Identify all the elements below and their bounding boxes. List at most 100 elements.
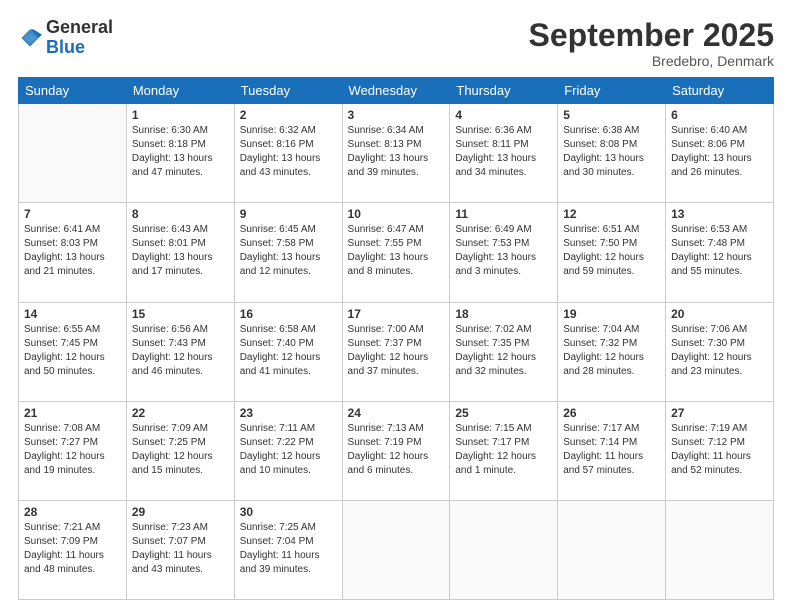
day-number: 23 [240,406,337,420]
day-info: Sunrise: 7:04 AM Sunset: 7:32 PM Dayligh… [563,323,660,379]
day-info: Sunrise: 6:43 AM Sunset: 8:01 PM Dayligh… [132,223,229,279]
sunset-label: Sunset: 7:32 PM [563,338,637,349]
daylight-label: Daylight: 12 hours and 28 minutes. [563,352,644,377]
table-row: 16 Sunrise: 6:58 AM Sunset: 7:40 PM Dayl… [234,302,342,401]
daylight-label: Daylight: 13 hours and 30 minutes. [563,153,644,178]
table-row: 13 Sunrise: 6:53 AM Sunset: 7:48 PM Dayl… [666,203,774,302]
sunset-label: Sunset: 7:14 PM [563,437,637,448]
logo-icon [18,26,42,50]
col-wednesday: Wednesday [342,78,450,104]
sunrise-label: Sunrise: 7:00 AM [348,324,424,335]
sunrise-label: Sunrise: 7:04 AM [563,324,639,335]
day-info: Sunrise: 6:58 AM Sunset: 7:40 PM Dayligh… [240,323,337,379]
calendar-week-row: 14 Sunrise: 6:55 AM Sunset: 7:45 PM Dayl… [19,302,774,401]
sunrise-label: Sunrise: 7:19 AM [671,423,747,434]
day-number: 7 [24,207,121,221]
day-number: 17 [348,307,445,321]
day-number: 15 [132,307,229,321]
sunset-label: Sunset: 7:22 PM [240,437,314,448]
sunrise-label: Sunrise: 6:43 AM [132,224,208,235]
calendar-header-row: Sunday Monday Tuesday Wednesday Thursday… [19,78,774,104]
sunrise-label: Sunrise: 6:40 AM [671,125,747,136]
day-info: Sunrise: 7:15 AM Sunset: 7:17 PM Dayligh… [455,422,552,478]
sunrise-label: Sunrise: 6:38 AM [563,125,639,136]
daylight-label: Daylight: 12 hours and 55 minutes. [671,252,752,277]
sunrise-label: Sunrise: 6:41 AM [24,224,100,235]
sunset-label: Sunset: 7:50 PM [563,238,637,249]
day-number: 13 [671,207,768,221]
day-number: 1 [132,108,229,122]
day-info: Sunrise: 7:23 AM Sunset: 7:07 PM Dayligh… [132,521,229,577]
header: General Blue September 2025 Bredebro, De… [18,18,774,69]
day-info: Sunrise: 6:30 AM Sunset: 8:18 PM Dayligh… [132,124,229,180]
day-number: 25 [455,406,552,420]
sunrise-label: Sunrise: 6:32 AM [240,125,316,136]
sunset-label: Sunset: 7:37 PM [348,338,422,349]
daylight-label: Daylight: 12 hours and 59 minutes. [563,252,644,277]
sunset-label: Sunset: 7:45 PM [24,338,98,349]
day-number: 16 [240,307,337,321]
daylight-label: Daylight: 13 hours and 43 minutes. [240,153,321,178]
table-row [558,500,666,599]
table-row: 18 Sunrise: 7:02 AM Sunset: 7:35 PM Dayl… [450,302,558,401]
daylight-label: Daylight: 12 hours and 41 minutes. [240,352,321,377]
sunset-label: Sunset: 7:43 PM [132,338,206,349]
daylight-label: Daylight: 13 hours and 39 minutes. [348,153,429,178]
table-row [450,500,558,599]
sunset-label: Sunset: 8:06 PM [671,139,745,150]
daylight-label: Daylight: 13 hours and 26 minutes. [671,153,752,178]
sunset-label: Sunset: 7:19 PM [348,437,422,448]
sunset-label: Sunset: 7:58 PM [240,238,314,249]
daylight-label: Daylight: 12 hours and 37 minutes. [348,352,429,377]
table-row [19,104,127,203]
table-row: 15 Sunrise: 6:56 AM Sunset: 7:43 PM Dayl… [126,302,234,401]
page: General Blue September 2025 Bredebro, De… [0,0,792,612]
daylight-label: Daylight: 13 hours and 47 minutes. [132,153,213,178]
sunrise-label: Sunrise: 7:25 AM [240,522,316,533]
sunrise-label: Sunrise: 7:09 AM [132,423,208,434]
sunset-label: Sunset: 8:13 PM [348,139,422,150]
day-info: Sunrise: 7:02 AM Sunset: 7:35 PM Dayligh… [455,323,552,379]
daylight-label: Daylight: 11 hours and 39 minutes. [240,550,320,575]
day-number: 10 [348,207,445,221]
sunset-label: Sunset: 8:11 PM [455,139,528,150]
day-number: 3 [348,108,445,122]
day-info: Sunrise: 6:55 AM Sunset: 7:45 PM Dayligh… [24,323,121,379]
day-number: 30 [240,505,337,519]
day-info: Sunrise: 7:00 AM Sunset: 7:37 PM Dayligh… [348,323,445,379]
day-info: Sunrise: 7:21 AM Sunset: 7:09 PM Dayligh… [24,521,121,577]
day-info: Sunrise: 6:49 AM Sunset: 7:53 PM Dayligh… [455,223,552,279]
table-row: 20 Sunrise: 7:06 AM Sunset: 7:30 PM Dayl… [666,302,774,401]
sunrise-label: Sunrise: 6:34 AM [348,125,424,136]
calendar-week-row: 7 Sunrise: 6:41 AM Sunset: 8:03 PM Dayli… [19,203,774,302]
sunrise-label: Sunrise: 6:53 AM [671,224,747,235]
table-row: 21 Sunrise: 7:08 AM Sunset: 7:27 PM Dayl… [19,401,127,500]
table-row: 30 Sunrise: 7:25 AM Sunset: 7:04 PM Dayl… [234,500,342,599]
sunrise-label: Sunrise: 6:51 AM [563,224,639,235]
sunrise-label: Sunrise: 7:15 AM [455,423,531,434]
daylight-label: Daylight: 12 hours and 32 minutes. [455,352,536,377]
sunset-label: Sunset: 7:25 PM [132,437,206,448]
table-row: 7 Sunrise: 6:41 AM Sunset: 8:03 PM Dayli… [19,203,127,302]
sunrise-label: Sunrise: 7:13 AM [348,423,424,434]
daylight-label: Daylight: 12 hours and 6 minutes. [348,451,429,476]
daylight-label: Daylight: 12 hours and 50 minutes. [24,352,105,377]
sunset-label: Sunset: 8:01 PM [132,238,206,249]
col-tuesday: Tuesday [234,78,342,104]
sunset-label: Sunset: 8:18 PM [132,139,206,150]
sunrise-label: Sunrise: 6:36 AM [455,125,531,136]
sunset-label: Sunset: 8:03 PM [24,238,98,249]
table-row: 28 Sunrise: 7:21 AM Sunset: 7:09 PM Dayl… [19,500,127,599]
table-row: 25 Sunrise: 7:15 AM Sunset: 7:17 PM Dayl… [450,401,558,500]
day-info: Sunrise: 6:53 AM Sunset: 7:48 PM Dayligh… [671,223,768,279]
table-row: 5 Sunrise: 6:38 AM Sunset: 8:08 PM Dayli… [558,104,666,203]
table-row: 22 Sunrise: 7:09 AM Sunset: 7:25 PM Dayl… [126,401,234,500]
day-number: 11 [455,207,552,221]
sunset-label: Sunset: 7:55 PM [348,238,422,249]
sunset-label: Sunset: 7:09 PM [24,536,98,547]
daylight-label: Daylight: 12 hours and 1 minute. [455,451,536,476]
col-monday: Monday [126,78,234,104]
day-info: Sunrise: 6:32 AM Sunset: 8:16 PM Dayligh… [240,124,337,180]
sunrise-label: Sunrise: 6:55 AM [24,324,100,335]
table-row: 24 Sunrise: 7:13 AM Sunset: 7:19 PM Dayl… [342,401,450,500]
